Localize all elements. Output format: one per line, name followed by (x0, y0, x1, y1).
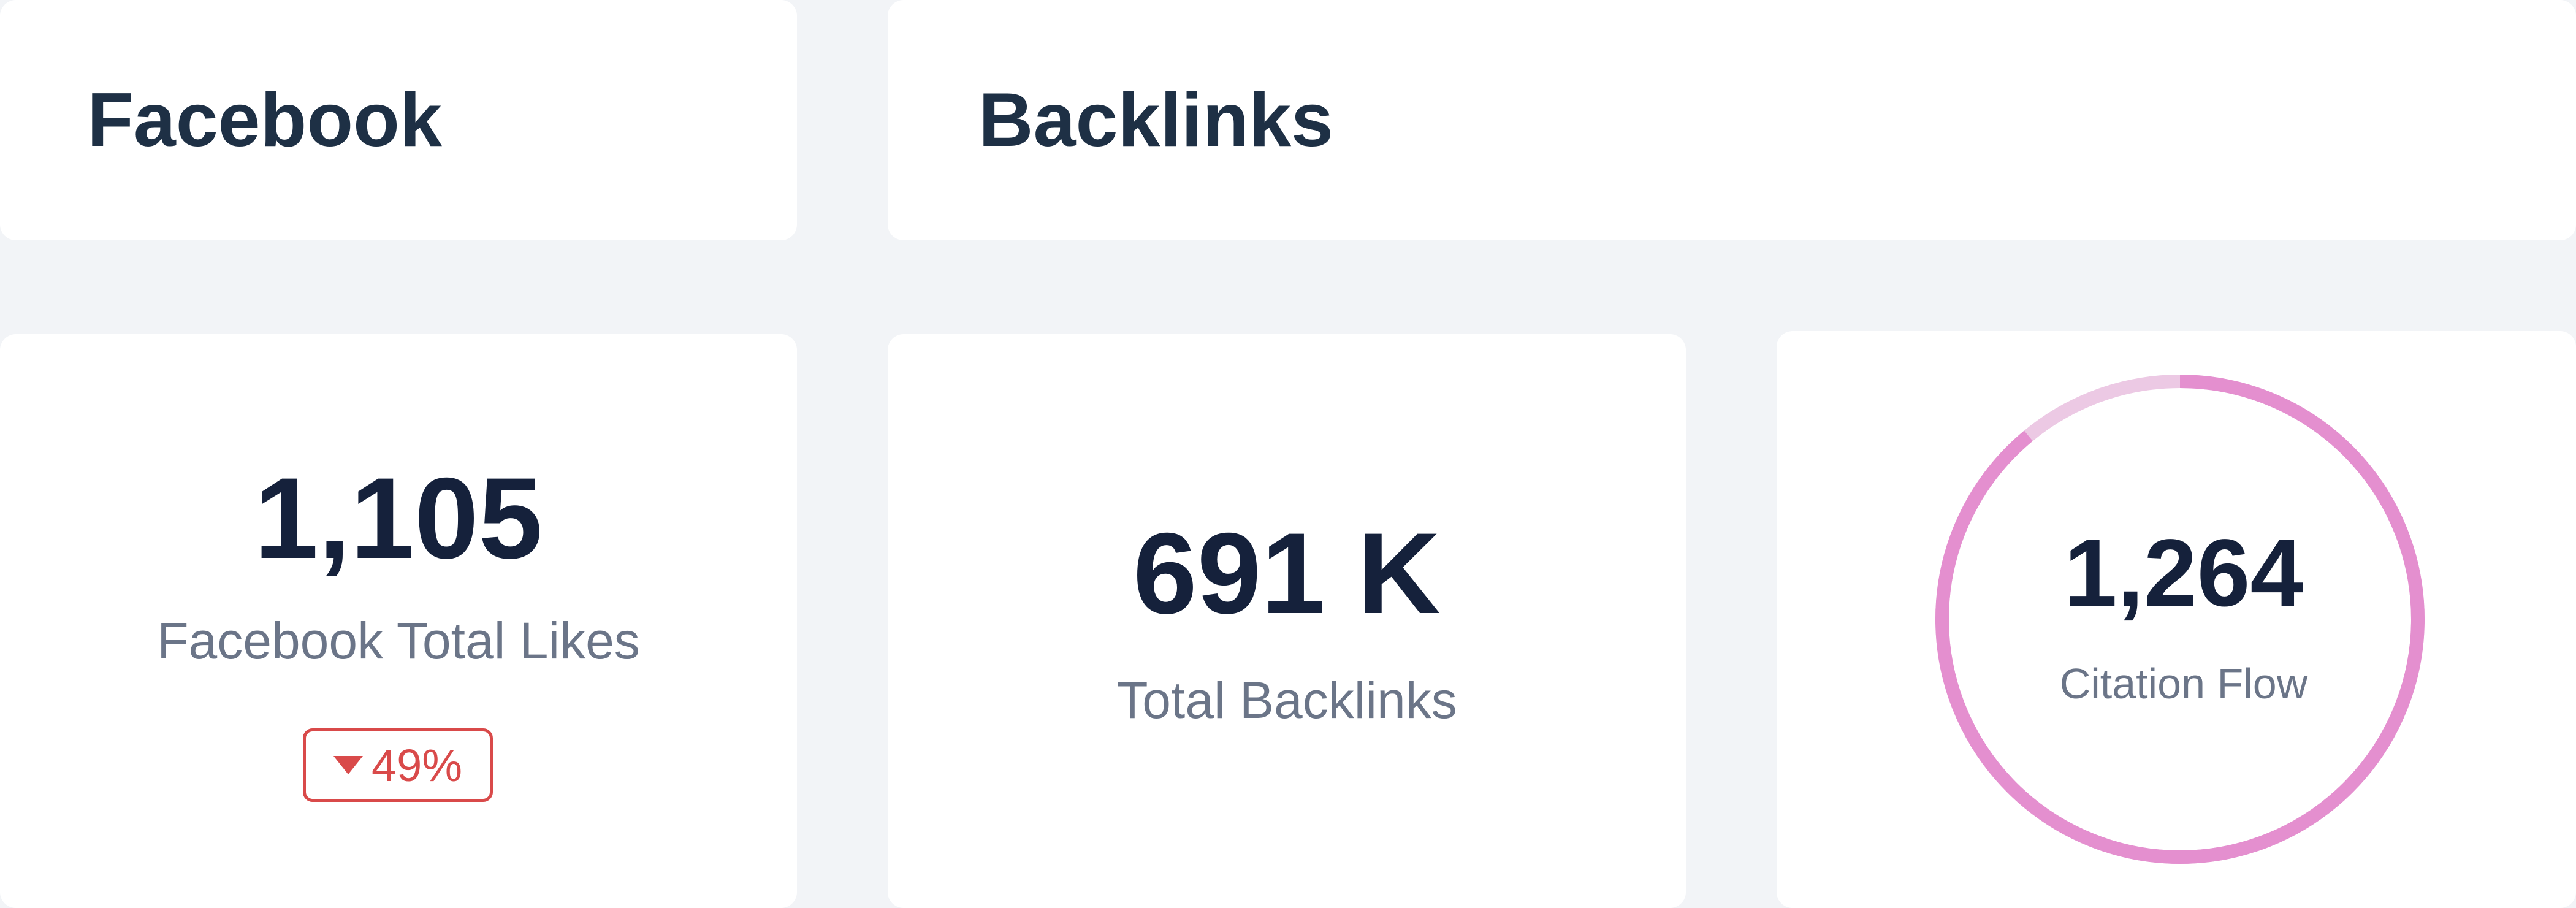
facebook-section-header: Facebook (0, 0, 797, 240)
change-badge: 49% (303, 728, 493, 802)
backlinks-section-header: Backlinks (888, 0, 2576, 240)
citation-flow-label: Citation Flow (2059, 660, 2308, 708)
facebook-section-title: Facebook (87, 78, 442, 162)
total-backlinks-card: 691 K Total Backlinks (888, 334, 1686, 908)
down-arrow-icon (333, 756, 363, 774)
facebook-likes-value: 1,105 (254, 454, 543, 582)
total-backlinks-value: 691 K (1133, 509, 1441, 638)
facebook-likes-label: Facebook Total Likes (157, 612, 640, 670)
total-backlinks-label: Total Backlinks (1116, 671, 1457, 729)
backlinks-section-title: Backlinks (978, 78, 1334, 162)
facebook-likes-card: 1,105 Facebook Total Likes 49% (0, 334, 797, 908)
citation-flow-card: 1,264 Citation Flow (1777, 331, 2576, 908)
change-percent: 49% (371, 739, 463, 791)
citation-flow-value: 1,264 (2063, 520, 2304, 627)
